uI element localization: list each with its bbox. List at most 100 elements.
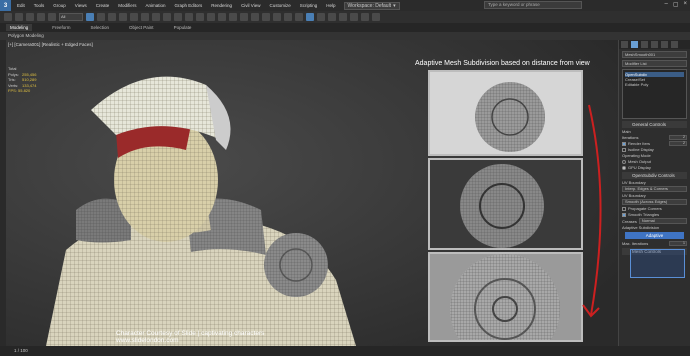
select-manipulate-icon[interactable] — [196, 13, 204, 21]
close-icon[interactable]: × — [683, 1, 687, 8]
menu-item[interactable]: Customize — [269, 3, 290, 8]
menu-item[interactable]: Graph Editors — [175, 3, 203, 8]
ribbon-subtitle[interactable]: Polygon Modeling — [0, 32, 690, 40]
pivot-icon[interactable] — [185, 13, 193, 21]
utilities-tab-icon[interactable] — [671, 41, 678, 48]
align-icon[interactable] — [284, 13, 292, 21]
window-crossing-icon[interactable] — [119, 13, 127, 21]
menu-item[interactable]: Views — [75, 3, 87, 8]
annotation-arrow — [582, 104, 602, 318]
group-label: Main — [622, 129, 631, 134]
stack-item[interactable]: Editable Poly — [625, 82, 684, 87]
isoline-checkbox[interactable] — [622, 147, 626, 152]
tab-modeling[interactable]: Modeling — [6, 24, 33, 31]
mirror-icon[interactable] — [273, 13, 281, 21]
bind-icon[interactable] — [48, 13, 56, 21]
keyboard-shortcut-icon[interactable] — [207, 13, 215, 21]
workspace-dropdown[interactable]: Workspace: Default ▾ — [343, 1, 400, 10]
creases-dropdown[interactable]: Normal — [638, 218, 687, 224]
menu-item[interactable]: Scripting — [300, 3, 318, 8]
select-object-icon[interactable] — [86, 13, 94, 21]
angle-snap-icon[interactable] — [229, 13, 237, 21]
rollout-opensubdiv-controls[interactable]: OpenSubdiv Controls — [622, 172, 687, 179]
rotate-icon[interactable] — [141, 13, 149, 21]
menu-item[interactable]: Modifiers — [118, 3, 136, 8]
inset-render-near — [430, 254, 581, 340]
select-by-name-icon[interactable] — [97, 13, 105, 21]
snap-toggle-icon[interactable] — [218, 13, 226, 21]
unlink-icon[interactable] — [37, 13, 45, 21]
link-icon[interactable] — [26, 13, 34, 21]
move-icon[interactable] — [130, 13, 138, 21]
isoline-row: Isoline Display — [622, 147, 687, 152]
tab-selection[interactable]: Selection — [91, 25, 110, 30]
reference-coord-icon[interactable] — [174, 13, 182, 21]
material-editor-icon[interactable] — [339, 13, 347, 21]
adaptive-highlight — [630, 249, 685, 278]
menu-item[interactable]: Rendering — [211, 3, 232, 8]
modify-tab-icon[interactable] — [631, 41, 638, 48]
named-selection-icon[interactable] — [262, 13, 270, 21]
viewport-label[interactable]: [+] [Camera001] [Realistic + Edged Faces… — [8, 42, 93, 47]
render-iters-spinner[interactable]: 2 — [669, 141, 687, 146]
hierarchy-tab-icon[interactable] — [641, 41, 648, 48]
layer-icon[interactable] — [295, 13, 303, 21]
gpu-display-radio[interactable] — [622, 165, 626, 170]
scale-icon[interactable] — [152, 13, 160, 21]
group-label: Operating Mode — [622, 153, 651, 158]
menu-item[interactable]: Civil View — [241, 3, 260, 8]
minimize-icon[interactable]: – — [664, 1, 667, 8]
motion-tab-icon[interactable] — [651, 41, 658, 48]
create-tab-icon[interactable] — [621, 41, 628, 48]
tab-populate[interactable]: Populate — [174, 25, 192, 30]
max-iterations-spinner[interactable]: 1 — [669, 241, 687, 246]
redo-icon[interactable] — [15, 13, 23, 21]
curve-editor-icon[interactable] — [317, 13, 325, 21]
search-input[interactable]: Type a keyword or phrase — [484, 1, 582, 9]
rollout-general-controls[interactable]: General Controls — [622, 121, 687, 128]
menu-item[interactable]: Tools — [34, 3, 45, 8]
app-logo[interactable]: 3 — [0, 0, 11, 11]
tab-freeform[interactable]: Freeform — [52, 25, 70, 30]
menu-item[interactable]: Help — [326, 3, 335, 8]
adaptive-button[interactable]: Adaptive — [625, 232, 684, 239]
smooth-triangles-row: Smooth Triangles — [622, 212, 687, 217]
display-tab-icon[interactable] — [661, 41, 668, 48]
stat-value: 255,456 — [22, 71, 37, 77]
mesh-output-radio[interactable] — [622, 159, 626, 164]
main-group-label: Main — [622, 129, 687, 134]
smooth-triangles-checkbox[interactable] — [622, 212, 626, 217]
percent-snap-icon[interactable] — [240, 13, 248, 21]
command-panel: MeshSmooth001 Modifier List OpenSubdiv C… — [618, 40, 690, 346]
menu-item[interactable]: Animation — [146, 3, 166, 8]
render-setup-icon[interactable] — [350, 13, 358, 21]
render-iters-checkbox[interactable] — [622, 141, 626, 146]
smooth-dropdown[interactable]: Smooth (Across Edges) — [622, 199, 687, 205]
credit-url: www.slidelondon.com — [116, 337, 179, 344]
scene-explorer-icon[interactable] — [306, 13, 314, 21]
propagate-corners-label: Propagate Corners — [628, 206, 662, 211]
modifier-list-dropdown[interactable]: Modifier List — [622, 60, 687, 67]
place-icon[interactable] — [163, 13, 171, 21]
iterations-spinner[interactable]: 2 — [669, 135, 687, 140]
tab-object-paint[interactable]: Object Paint — [129, 25, 154, 30]
credit-line: Character Courtesy of Slide | captivatin… — [116, 330, 265, 337]
uv-boundary-dropdown[interactable]: Interp. Edges & Corners — [622, 186, 687, 192]
undo-icon[interactable] — [4, 13, 12, 21]
propagate-corners-checkbox[interactable] — [622, 206, 626, 211]
render-iters-label: Render Iters — [628, 141, 651, 146]
menu-item[interactable]: Create — [96, 3, 110, 8]
max-iterations-label: Max. Iterations — [622, 241, 649, 246]
viewport[interactable]: [+] [Camera001] [Realistic + Edged Faces… — [6, 40, 618, 346]
rectangle-select-icon[interactable] — [108, 13, 116, 21]
menu-item[interactable]: Edit — [17, 3, 25, 8]
spinner-snap-icon[interactable] — [251, 13, 259, 21]
render-frame-icon[interactable] — [361, 13, 369, 21]
selection-filter-dropdown[interactable]: All — [59, 13, 83, 21]
schematic-view-icon[interactable] — [328, 13, 336, 21]
menu-item[interactable]: Group — [53, 3, 66, 8]
maximize-icon[interactable]: ▢ — [673, 1, 679, 8]
chevron-down-icon: ▾ — [393, 2, 396, 9]
render-icon[interactable] — [372, 13, 380, 21]
object-name-field[interactable]: MeshSmooth001 — [622, 51, 687, 58]
